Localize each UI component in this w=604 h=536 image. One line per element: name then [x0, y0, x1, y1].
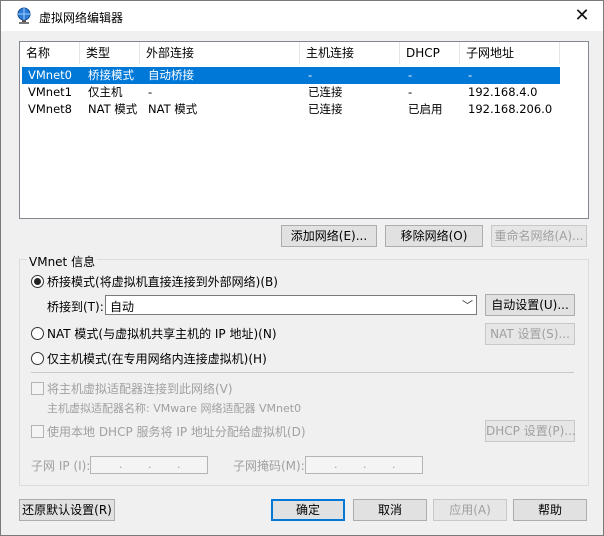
bridged-to-label: 桥接到(T): — [47, 300, 104, 314]
nat-settings-button[interactable]: NAT 设置(S)... — [485, 323, 575, 345]
cell-external: NAT 模式 — [148, 102, 198, 116]
apply-button[interactable]: 应用(A) — [433, 499, 507, 521]
remove-network-button[interactable]: 移除网络(O) — [385, 225, 483, 247]
network-list[interactable]: 名称 类型 外部连接 主机连接 DHCP 子网地址 VMnet0 桥接模式 自动… — [19, 41, 589, 219]
col-header-name[interactable]: 名称 — [20, 42, 80, 64]
virtual-network-editor-window: 虚拟网络编辑器 ✕ 名称 类型 外部连接 主机连接 DHCP 子网地址 VMne… — [0, 0, 604, 536]
adapter-name-text: 主机虚拟适配器名称: VMware 网络适配器 VMnet0 — [47, 402, 302, 415]
ok-button[interactable]: 确定 — [271, 499, 345, 521]
rename-network-button[interactable]: 重命名网络(A)... — [491, 225, 587, 247]
cell-dhcp: 已启用 — [408, 102, 443, 116]
cell-dhcp: - — [408, 68, 413, 82]
cell-name: VMnet0 — [28, 68, 72, 82]
add-network-button[interactable]: 添加网络(E)... — [281, 225, 377, 247]
cell-subnet: - — [468, 68, 473, 82]
restore-defaults-button[interactable]: 还原默认设置(R) — [19, 499, 115, 521]
bridged-to-value: 自动 — [110, 300, 135, 314]
subnet-mask-label: 子网掩码(M): — [233, 459, 305, 473]
table-row[interactable]: VMnet8 NAT 模式 NAT 模式 已连接 已启用 192.168.206… — [22, 101, 560, 118]
nat-radio[interactable] — [31, 327, 44, 340]
list-header: 名称 类型 外部连接 主机连接 DHCP 子网地址 — [20, 42, 588, 64]
col-header-external[interactable]: 外部连接 — [140, 42, 300, 64]
cell-type: NAT 模式 — [88, 102, 138, 116]
cell-host: 已连接 — [308, 85, 343, 99]
cell-host: - — [308, 68, 313, 82]
cell-dhcp: - — [408, 85, 413, 99]
cell-external: - — [148, 85, 153, 99]
nat-radio-label[interactable]: NAT 模式(与虚拟机共享主机的 IP 地址)(N) — [47, 325, 277, 342]
hostonly-radio-label[interactable]: 仅主机模式(在专用网络内连接虚拟机)(H) — [47, 350, 267, 367]
cell-type: 仅主机 — [88, 85, 123, 99]
title-bar: 虚拟网络编辑器 ✕ — [1, 1, 603, 31]
col-header-host[interactable]: 主机连接 — [300, 42, 400, 64]
table-row[interactable]: VMnet0 桥接模式 自动桥接 - - - — [22, 67, 560, 84]
cell-name: VMnet8 — [28, 102, 72, 116]
cell-subnet: 192.168.4.0 — [468, 85, 538, 99]
connect-adapter-checkbox[interactable] — [31, 382, 44, 395]
subnet-ip-label: 子网 IP (I): — [31, 459, 91, 473]
cell-host: 已连接 — [308, 102, 343, 116]
cancel-button[interactable]: 取消 — [353, 499, 427, 521]
network-globe-icon — [17, 7, 31, 24]
col-header-type[interactable]: 类型 — [80, 42, 140, 64]
dhcp-label[interactable]: 使用本地 DHCP 服务将 IP 地址分配给虚拟机(D) — [47, 423, 306, 440]
close-button[interactable]: ✕ — [569, 5, 595, 27]
col-header-subnet[interactable]: 子网地址 — [460, 42, 560, 64]
bridged-radio-label[interactable]: 桥接模式(将虚拟机直接连接到外部网络)(B) — [47, 273, 278, 290]
dhcp-settings-button[interactable]: DHCP 设置(P)... — [485, 420, 576, 442]
subnet-mask-field[interactable]: . . . — [305, 456, 423, 474]
col-header-dhcp[interactable]: DHCP — [400, 42, 460, 64]
cell-name: VMnet1 — [28, 85, 72, 99]
vmnet-info-label: VMnet 信息 — [27, 253, 98, 270]
bridged-radio[interactable] — [31, 275, 44, 288]
bridged-to-select[interactable]: 自动 ﹀ — [105, 295, 477, 315]
window-title: 虚拟网络编辑器 — [39, 11, 124, 25]
dhcp-checkbox[interactable] — [31, 425, 44, 438]
radio-selected-dot — [34, 278, 41, 285]
help-button[interactable]: 帮助 — [513, 499, 587, 521]
cell-subnet: 192.168.206.0 — [468, 102, 553, 116]
hostonly-radio[interactable] — [31, 352, 44, 365]
table-row[interactable]: VMnet1 仅主机 - 已连接 - 192.168.4.0 — [22, 84, 560, 101]
chevron-down-icon: ﹀ — [462, 299, 473, 312]
separator — [31, 372, 574, 373]
connect-adapter-label[interactable]: 将主机虚拟适配器连接到此网络(V) — [47, 380, 233, 397]
cell-type: 桥接模式 — [88, 68, 134, 82]
auto-settings-button[interactable]: 自动设置(U)... — [485, 294, 575, 316]
subnet-ip-field[interactable]: . . . — [90, 456, 208, 474]
cell-external: 自动桥接 — [148, 68, 194, 82]
